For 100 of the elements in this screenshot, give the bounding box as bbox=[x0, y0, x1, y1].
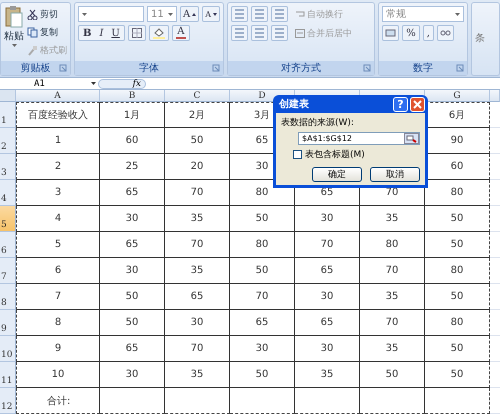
table-cell[interactable]: 30 bbox=[100, 362, 165, 388]
table-cell[interactable]: 30 bbox=[100, 206, 165, 232]
table-cell[interactable]: 50 bbox=[425, 232, 490, 258]
table-cell[interactable]: 35 bbox=[295, 362, 360, 388]
table-cell[interactable]: 30 bbox=[295, 336, 360, 362]
table-cell[interactable]: 60 bbox=[425, 154, 490, 180]
table-cell[interactable]: 80 bbox=[425, 180, 490, 206]
table-cell[interactable]: 70 bbox=[165, 336, 230, 362]
font-style-button[interactable]: B bbox=[79, 28, 96, 38]
table-cell[interactable]: 50 bbox=[425, 206, 490, 232]
table-cell[interactable]: 7 bbox=[16, 284, 100, 310]
table-cell[interactable]: 50 bbox=[425, 336, 490, 362]
table-cell[interactable]: 9 bbox=[16, 336, 100, 362]
font-style-button[interactable]: U bbox=[107, 28, 124, 38]
table-cell[interactable]: 50 bbox=[230, 258, 295, 284]
table-cell[interactable]: 70 bbox=[230, 284, 295, 310]
table-cell[interactable]: 3 bbox=[16, 180, 100, 206]
currency-button[interactable] bbox=[382, 25, 400, 41]
table-cell[interactable]: 8 bbox=[16, 310, 100, 336]
table-cell[interactable]: 70 bbox=[360, 310, 425, 336]
table-cell[interactable]: 65 bbox=[100, 180, 165, 206]
comma-button[interactable]: , bbox=[422, 25, 434, 41]
font-style-button[interactable]: I bbox=[95, 28, 108, 38]
table-cell[interactable] bbox=[165, 388, 230, 414]
row-header[interactable]: 11 bbox=[0, 362, 16, 388]
row-header[interactable]: 5 bbox=[0, 206, 16, 232]
align-button[interactable] bbox=[231, 25, 248, 41]
table-cell[interactable]: 2 bbox=[16, 154, 100, 180]
table-cell[interactable]: 合计: bbox=[16, 388, 100, 414]
table-cell[interactable]: 80 bbox=[230, 232, 295, 258]
table-cell[interactable] bbox=[425, 388, 490, 414]
table-cell[interactable]: 6 bbox=[16, 258, 100, 284]
table-cell[interactable]: 30 bbox=[295, 206, 360, 232]
table-cell[interactable]: 50 bbox=[425, 362, 490, 388]
table-cell[interactable]: 70 bbox=[295, 232, 360, 258]
column-header[interactable]: G bbox=[425, 90, 490, 102]
table-cell[interactable] bbox=[360, 388, 425, 414]
row-header[interactable]: 12 bbox=[0, 388, 16, 414]
table-cell[interactable]: 20 bbox=[165, 154, 230, 180]
table-cell[interactable]: 65 bbox=[295, 310, 360, 336]
clipboard-button[interactable]: 剪切 bbox=[27, 6, 67, 22]
align-button[interactable] bbox=[271, 25, 288, 41]
table-cell[interactable]: 百度经验收入 bbox=[16, 102, 100, 128]
range-picker-icon[interactable] bbox=[404, 133, 419, 144]
table-cell[interactable]: 90 bbox=[425, 128, 490, 154]
table-cell[interactable]: 6月 bbox=[425, 102, 490, 128]
row-header[interactable]: 2 bbox=[0, 128, 16, 154]
table-cell[interactable] bbox=[295, 388, 360, 414]
row-header[interactable]: 4 bbox=[0, 180, 16, 206]
range-field[interactable]: $A$1:$G$12 bbox=[298, 132, 420, 145]
column-header[interactable]: C bbox=[165, 90, 230, 102]
row-header[interactable]: 6 bbox=[0, 232, 16, 258]
table-cell[interactable]: 35 bbox=[165, 206, 230, 232]
table-cell[interactable]: 30 bbox=[295, 284, 360, 310]
font-name-field[interactable] bbox=[78, 6, 144, 22]
table-cell[interactable]: 30 bbox=[100, 258, 165, 284]
decimal-button[interactable] bbox=[436, 25, 454, 41]
table-cell[interactable]: 80 bbox=[425, 258, 490, 284]
table-cell[interactable]: 65 bbox=[230, 310, 295, 336]
grow-font-button[interactable]: A bbox=[180, 6, 200, 22]
font-color-button[interactable]: A bbox=[172, 25, 190, 41]
align-button[interactable] bbox=[271, 6, 288, 22]
table-cell[interactable]: 50 bbox=[165, 128, 230, 154]
table-cell[interactable]: 80 bbox=[360, 232, 425, 258]
table-cell[interactable]: 50 bbox=[360, 362, 425, 388]
row-header[interactable]: 7 bbox=[0, 258, 16, 284]
table-cell[interactable] bbox=[230, 388, 295, 414]
help-button[interactable]: ? bbox=[393, 96, 408, 112]
dialog-button[interactable]: 取消 bbox=[370, 167, 420, 182]
table-cell[interactable] bbox=[100, 388, 165, 414]
align-button[interactable] bbox=[251, 25, 268, 41]
table-cell[interactable]: 60 bbox=[100, 128, 165, 154]
table-cell[interactable]: 2月 bbox=[165, 102, 230, 128]
shrink-font-button[interactable]: A bbox=[202, 6, 220, 22]
table-cell[interactable]: 80 bbox=[425, 310, 490, 336]
table-cell[interactable]: 50 bbox=[230, 362, 295, 388]
clipboard-button[interactable]: 复制 bbox=[27, 24, 67, 40]
close-button[interactable] bbox=[410, 96, 425, 112]
table-cell[interactable]: 35 bbox=[360, 284, 425, 310]
checkbox[interactable] bbox=[293, 150, 302, 159]
table-cell[interactable]: 30 bbox=[165, 310, 230, 336]
table-cell[interactable]: 50 bbox=[230, 206, 295, 232]
insert-function-button[interactable]: fx bbox=[98, 78, 146, 88]
table-cell[interactable]: 50 bbox=[425, 284, 490, 310]
table-cell[interactable]: 65 bbox=[100, 232, 165, 258]
align-button[interactable] bbox=[251, 6, 268, 22]
fill-color-button[interactable] bbox=[148, 25, 169, 41]
align-button[interactable] bbox=[231, 6, 248, 22]
row-header[interactable]: 10 bbox=[0, 336, 16, 362]
table-cell[interactable]: 65 bbox=[100, 336, 165, 362]
table-cell[interactable]: 35 bbox=[360, 206, 425, 232]
table-cell[interactable]: 5 bbox=[16, 232, 100, 258]
column-header[interactable]: B bbox=[100, 90, 165, 102]
paste-button[interactable]: 粘贴 bbox=[4, 6, 24, 58]
table-cell[interactable]: 4 bbox=[16, 206, 100, 232]
row-header[interactable]: 9 bbox=[0, 310, 16, 336]
percent-button[interactable]: % bbox=[402, 25, 420, 41]
row-header[interactable]: 3 bbox=[0, 154, 16, 180]
row-header[interactable]: 8 bbox=[0, 284, 16, 310]
table-cell[interactable]: 35 bbox=[165, 258, 230, 284]
